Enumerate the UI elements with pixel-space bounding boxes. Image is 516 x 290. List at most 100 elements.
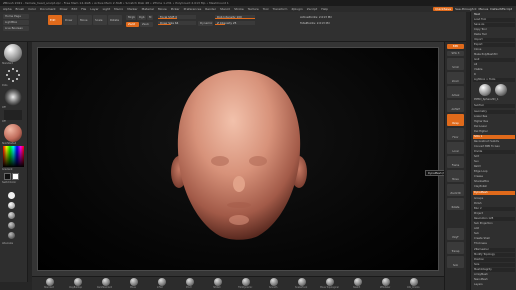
- rgb-intensity-slider[interactable]: Rgb Intensity 100: [215, 15, 255, 19]
- mrgb-button[interactable]: Mrgb: [126, 15, 136, 20]
- menu-movie[interactable]: Movie: [158, 7, 167, 11]
- quicksave-button[interactable]: QuickSave: [433, 7, 454, 11]
- brush-damstandard-icon[interactable]: [102, 278, 110, 286]
- arraymesh-menu[interactable]: ArrayMesh: [473, 273, 515, 277]
- thickness-slider[interactable]: Thickness: [473, 242, 515, 246]
- scroll-button[interactable]: Scroll: [447, 58, 464, 70]
- local-button[interactable]: Local: [447, 142, 464, 154]
- dynamesh-add-button[interactable]: Add: [473, 227, 515, 231]
- modify-topology-menu[interactable]: Modify Topology: [473, 253, 515, 257]
- lightbox-button[interactable]: LightBox: [3, 20, 29, 25]
- menus-toggle[interactable]: Menus: [478, 7, 488, 11]
- goz-all-button[interactable]: All: [473, 63, 515, 67]
- aahalf-button[interactable]: AAHalf: [447, 100, 464, 112]
- menu-transform[interactable]: Transform: [273, 7, 288, 11]
- dynamesh-resolution-slider[interactable]: Resolution 128: [473, 217, 515, 221]
- menu-color[interactable]: Color: [28, 7, 36, 11]
- smt-toggle[interactable]: Smt: [473, 155, 515, 159]
- live-boolean-button[interactable]: Live Boolean: [3, 26, 29, 31]
- higher-res-button[interactable]: Higher Res: [473, 120, 515, 124]
- dynamesh-sub-button[interactable]: Sub: [473, 232, 515, 236]
- tool-paste-button[interactable]: Paste Tool: [473, 33, 515, 37]
- see-through-slider[interactable]: See-through 0: [455, 7, 476, 11]
- reconstruct-subdiv-button[interactable]: Reconstruct Subdiv: [473, 140, 515, 144]
- stroke-preview[interactable]: [4, 66, 22, 84]
- reuv-toggle[interactable]: ReUV: [473, 165, 515, 169]
- tool-clone-button[interactable]: Clone: [473, 48, 515, 52]
- rgb-button[interactable]: Rgb: [137, 15, 146, 20]
- menu-brush[interactable]: Brush: [16, 7, 25, 11]
- brush-preview[interactable]: [4, 44, 22, 62]
- goz-r-button[interactable]: R: [473, 73, 515, 77]
- brush-snakehook-icon[interactable]: [298, 278, 306, 286]
- menu-edit[interactable]: Edit: [71, 7, 77, 11]
- sdiv-slider[interactable]: SDiv 1: [473, 135, 515, 139]
- brush-move-topological-icon[interactable]: [326, 278, 334, 286]
- draw-size-slider[interactable]: Draw Size 64: [158, 21, 196, 25]
- menu-stencil[interactable]: Stencil: [220, 7, 230, 11]
- del-lower-button[interactable]: Del Lower: [473, 125, 515, 129]
- del-higher-button[interactable]: Del Higher: [473, 130, 515, 134]
- create-shell-button[interactable]: Create Shell: [473, 237, 515, 241]
- sub-projection-slider[interactable]: Sub Projection: [473, 222, 515, 226]
- transp-button[interactable]: Transp: [447, 242, 464, 254]
- persp-button[interactable]: Persp: [447, 114, 464, 126]
- brush-zmodeler-icon[interactable]: [382, 278, 390, 286]
- draw-button[interactable]: Draw: [63, 15, 77, 25]
- brush-orb-cracks-icon[interactable]: [410, 278, 418, 286]
- brush-standard-icon[interactable]: [46, 278, 54, 286]
- brush-move-icon[interactable]: [130, 278, 138, 286]
- polyf-button[interactable]: PolyF: [447, 228, 464, 240]
- current-tool-thumbnail[interactable]: [479, 84, 491, 96]
- color-picker[interactable]: [3, 146, 24, 167]
- menu-tool[interactable]: Tool: [263, 7, 269, 11]
- solo-button[interactable]: Solo: [447, 256, 464, 268]
- tool-import-button[interactable]: Import: [473, 38, 515, 42]
- size-menu[interactable]: Size: [473, 263, 515, 267]
- menu-render[interactable]: Render: [205, 7, 216, 11]
- divide-button[interactable]: Divide: [473, 150, 515, 154]
- crease-menu[interactable]: Crease: [473, 175, 515, 179]
- subtool-menu[interactable]: SubTool: [473, 104, 515, 108]
- rotate-button[interactable]: Rotate: [108, 15, 122, 25]
- tool-copy-button[interactable]: Copy Tool: [473, 28, 515, 32]
- document-canvas[interactable]: [37, 47, 439, 271]
- dynamesh-blur-slider[interactable]: Blur 2: [473, 207, 515, 211]
- material-slot-gray[interactable]: [8, 222, 15, 229]
- menu-marker[interactable]: Marker: [127, 7, 137, 11]
- zoom-button[interactable]: Zoom: [447, 72, 464, 84]
- layers-menu[interactable]: Layers: [473, 283, 515, 287]
- menu-layer[interactable]: Layer: [90, 7, 98, 11]
- menu-light[interactable]: Light: [103, 7, 111, 11]
- meshintegrity-menu[interactable]: MeshIntegrity: [473, 268, 515, 272]
- edge-loop-menu[interactable]: Edge Loop: [473, 170, 515, 174]
- geometry-menu[interactable]: Geometry: [473, 110, 515, 114]
- texture-preview[interactable]: [4, 110, 22, 120]
- lower-res-button[interactable]: Lower Res: [473, 115, 515, 119]
- zsub-button[interactable]: Zsub: [140, 22, 153, 27]
- suv-toggle[interactable]: Suv: [473, 160, 515, 164]
- lightbox-tools-button[interactable]: Lightbox > Tools: [473, 78, 515, 82]
- menu-alpha[interactable]: Alpha: [3, 7, 12, 11]
- goz-button[interactable]: GoZ: [473, 58, 515, 62]
- brush-slash3-icon[interactable]: [354, 278, 362, 286]
- material-slot-dark[interactable]: [8, 232, 15, 239]
- menu-draw[interactable]: Draw: [60, 7, 68, 11]
- dynamesh-groups-toggle[interactable]: Groups: [473, 197, 515, 201]
- menu-document[interactable]: Document: [40, 7, 56, 11]
- nanomesh-menu[interactable]: NanoMesh: [473, 278, 515, 282]
- menu-zplugin[interactable]: Zplugin: [291, 7, 302, 11]
- m-button[interactable]: M: [147, 15, 153, 20]
- dynamesh-project-toggle[interactable]: Project: [473, 212, 515, 216]
- brush-claybuildup-icon[interactable]: [74, 278, 82, 286]
- tool-export-button[interactable]: Export: [473, 43, 515, 47]
- goz-visible-button[interactable]: Visible: [473, 68, 515, 72]
- main-color-swatch[interactable]: [4, 173, 11, 180]
- zadd-button[interactable]: Zadd: [126, 22, 139, 27]
- menu-zscript[interactable]: Zscript: [307, 7, 317, 11]
- tool-thumbnail-2[interactable]: [495, 84, 507, 96]
- brush-smooth-icon[interactable]: [270, 278, 278, 286]
- frame-button[interactable]: Frame: [447, 156, 464, 168]
- menu-preferences[interactable]: Preferences: [184, 7, 202, 11]
- secondary-color-swatch[interactable]: [12, 173, 19, 180]
